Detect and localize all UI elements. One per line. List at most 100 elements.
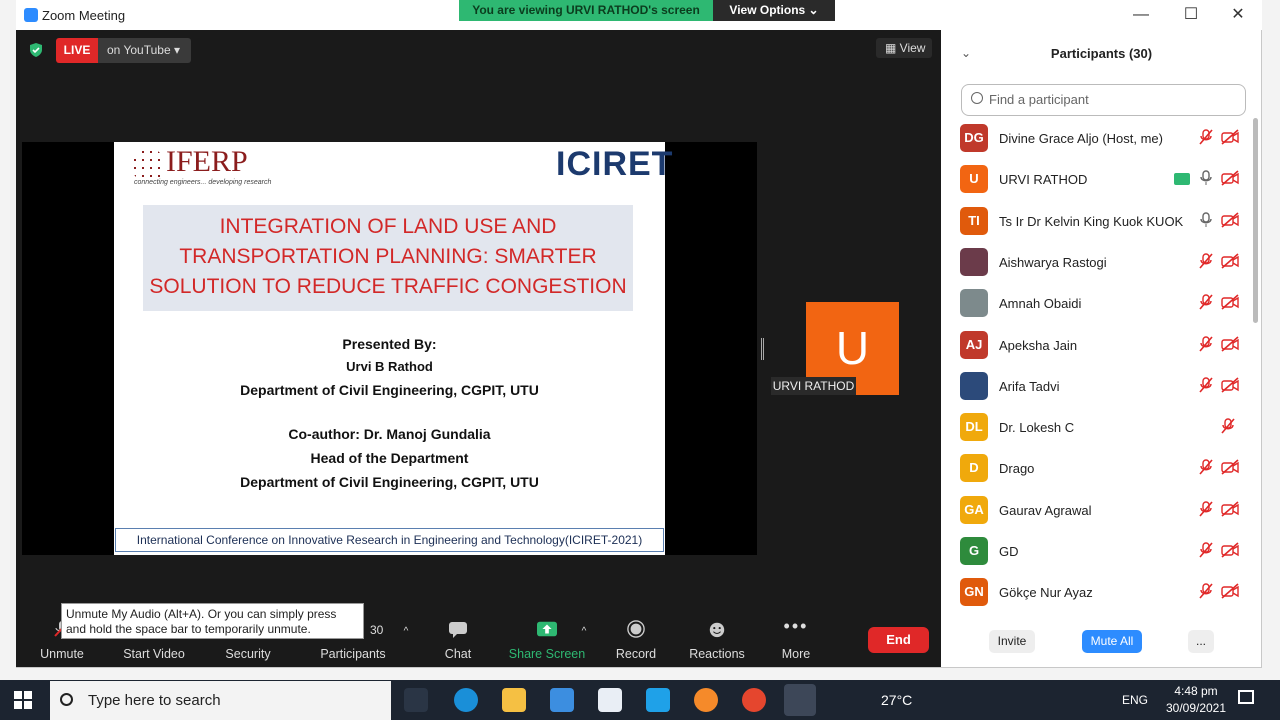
more-button[interactable]: ••• More [770,606,822,667]
muted-mic-icon[interactable] [1199,253,1213,269]
view-button[interactable]: ▦ View [876,38,932,58]
video-off-icon[interactable] [1221,377,1239,393]
split-handle[interactable] [761,338,764,360]
participants-chevron-icon[interactable]: ^ [400,626,412,638]
security-label: Security [225,647,271,661]
coauthor-role: Head of the Department [310,450,469,466]
clock-date[interactable]: 30/09/2021 [1158,701,1234,715]
participant-avatar: U [960,165,988,194]
minimize-button[interactable]: — [1118,4,1164,26]
participant-avatar: GA [960,495,988,524]
record-icon [627,620,645,638]
participant-row[interactable]: U URVI RATHOD [942,159,1252,200]
video-off-icon[interactable] [1221,253,1239,269]
weather-temperature[interactable]: 27°C [881,692,912,708]
edge-icon[interactable] [454,688,478,712]
muted-mic-icon[interactable] [1199,377,1213,393]
chat-button[interactable]: Chat [430,606,486,667]
task-view-icon[interactable] [404,688,428,712]
skype-icon[interactable] [646,688,670,712]
unmute-tooltip: Unmute My Audio (Alt+A). Or you can simp… [61,603,364,639]
participant-row[interactable]: D Drago [942,448,1252,489]
muted-mic-icon[interactable] [1199,583,1213,599]
participant-name: URVI RATHOD [999,172,1088,188]
slide-footer: International Conference on Innovative R… [115,528,664,552]
video-off-icon[interactable] [1221,170,1239,186]
more-label: More [781,647,811,661]
mic-icon[interactable] [1199,211,1213,228]
share-chevron-icon[interactable]: ^ [578,626,590,638]
muted-mic-icon[interactable] [1199,335,1213,352]
participant-count: 30 [370,623,384,637]
video-off-icon[interactable] [1221,335,1239,352]
language-indicator[interactable]: ENG [1122,693,1148,707]
participant-row[interactable]: DL Dr. Lokesh C [942,407,1252,448]
file-explorer-icon[interactable] [502,688,526,712]
video-off-icon[interactable] [1221,501,1239,517]
clock-time[interactable]: 4:48 pm [1166,684,1226,698]
more-options-button[interactable]: ... [1188,630,1214,653]
participant-row[interactable]: GN Gökçe Nur Ayaz [942,572,1252,613]
live-badge[interactable]: LIVE [56,38,98,63]
chrome-icon[interactable] [742,688,766,712]
windows-start-icon[interactable] [14,691,32,709]
view-options-button[interactable]: View Options ⌄ [713,0,835,21]
notifications-icon[interactable] [1238,690,1254,704]
participant-name: Aishwarya Rastogi [999,254,1107,270]
view-label: View [899,41,926,55]
participant-row[interactable]: Amnah Obaidi [942,283,1252,324]
participant-row[interactable]: Aishwarya Rastogi [942,242,1252,283]
muted-mic-icon[interactable] [1199,294,1213,310]
end-meeting-button[interactable]: End [868,627,929,653]
video-off-icon[interactable] [1221,459,1239,475]
record-button[interactable]: Record [608,606,664,667]
chat-icon [449,622,467,638]
video-off-icon[interactable] [1221,542,1239,558]
presented-by-label: Presented By: [342,336,437,352]
participant-name: Gaurav Agrawal [999,502,1092,518]
mute-all-button[interactable]: Mute All [1082,630,1142,653]
participant-avatar [960,289,988,318]
smiley-icon [709,622,725,638]
participants-label: Participants [320,647,386,661]
record-label: Record [615,647,657,661]
video-off-icon[interactable] [1221,129,1239,145]
brave-icon[interactable] [694,688,718,712]
mail-icon[interactable] [550,688,574,712]
participant-name: Arifa Tadvi [999,378,1060,394]
close-button[interactable]: ✕ [1215,4,1261,26]
share-screen-icon [537,621,557,637]
participant-row[interactable]: GA Gaurav Agrawal [942,490,1252,531]
slide-title-line-1: INTEGRATION OF LAND USE AND [219,215,557,238]
mic-icon[interactable] [1199,170,1213,186]
video-off-icon[interactable] [1221,211,1239,228]
find-participant-input[interactable]: Find a participant [961,84,1246,116]
reactions-button[interactable]: Reactions [684,606,750,667]
dropbox-icon[interactable] [598,688,622,712]
participant-name: Apeksha Jain [999,337,1078,353]
muted-mic-icon[interactable] [1199,459,1213,475]
grid-icon: ▦ [885,41,900,55]
invite-button[interactable]: Invite [989,630,1035,653]
reactions-label: Reactions [689,647,745,661]
participants-scrollbar[interactable] [1253,118,1258,323]
shield-icon[interactable] [28,42,44,58]
presenter-name: Urvi B Rathod [346,359,433,374]
muted-mic-icon[interactable] [1199,500,1213,517]
muted-mic-icon[interactable] [1221,418,1235,434]
participant-row[interactable]: Arifa Tadvi [942,366,1252,407]
zoom-taskbar-icon[interactable] [784,684,816,716]
video-off-icon[interactable] [1221,294,1239,310]
participant-row[interactable]: AJ Apeksha Jain [942,325,1252,366]
participant-row[interactable]: DG Divine Grace Aljo (Host, me) [942,118,1252,159]
taskbar-search-input[interactable]: Type here to search [50,681,391,720]
share-screen-button[interactable]: Share Screen [506,606,588,667]
live-destination-dropdown[interactable]: on YouTube ▾ [98,38,191,63]
participant-row[interactable]: TI Ts Ir Dr Kelvin King Kuok KUOK [942,201,1252,242]
maximize-button[interactable]: ☐ [1168,4,1214,26]
share-screen-label: Share Screen [508,647,586,661]
muted-mic-icon[interactable] [1199,129,1213,145]
video-off-icon[interactable] [1221,583,1239,599]
muted-mic-icon[interactable] [1199,542,1213,558]
participant-row[interactable]: G GD [942,531,1252,572]
